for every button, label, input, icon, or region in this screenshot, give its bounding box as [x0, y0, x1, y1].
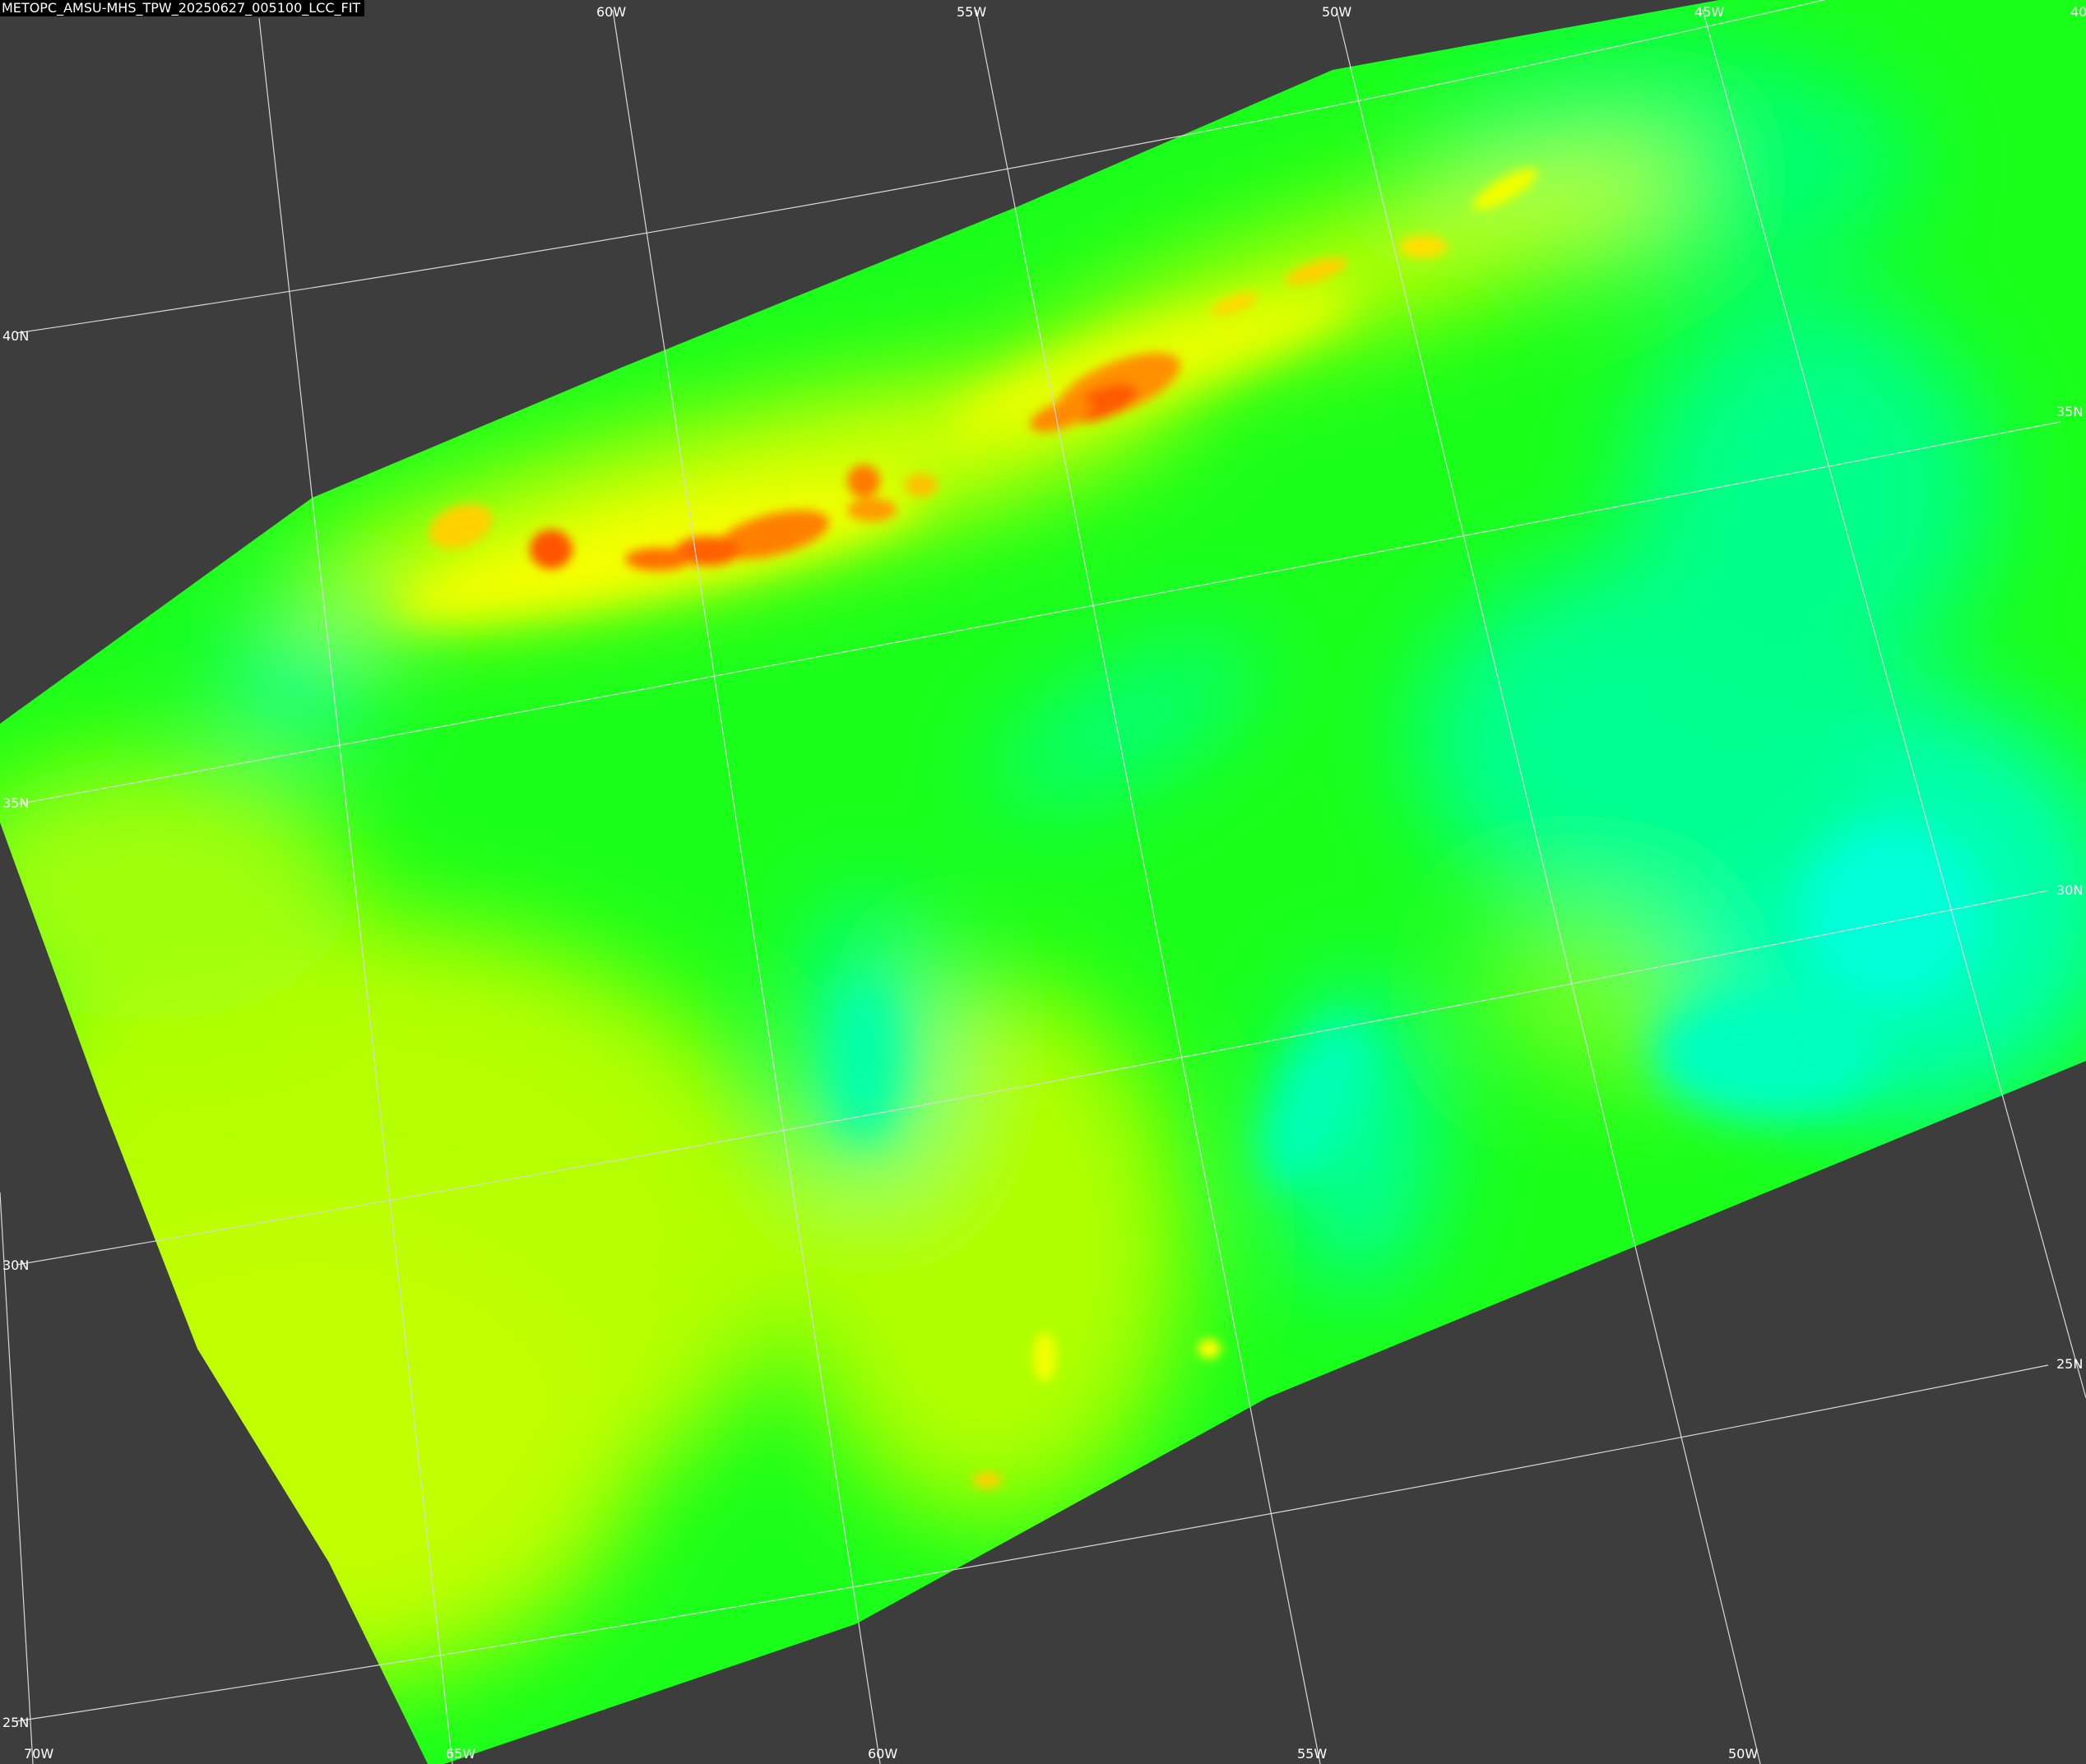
lon-label-top-55w: 55W: [957, 4, 986, 20]
lat-label-right-35n: 35N: [2056, 404, 2083, 419]
lon-label-bottom-65w: 65W: [446, 1746, 475, 1762]
lon-label-top-50w: 50W: [1322, 4, 1351, 20]
lon-label-bottom-50w: 50W: [1728, 1746, 1758, 1762]
image-title-label: METOPC_AMSU-MHS_TPW_20250627_005100_LCC_…: [0, 0, 365, 16]
map-canvas: 60W 55W 50W 45W 40 70W 65W 60W 55W 50W 4…: [0, 0, 2086, 1764]
lon-label-top-45w: 45W: [1694, 4, 1724, 20]
lat-label-right-25n: 25N: [2056, 1356, 2083, 1372]
lat-label-right-30n: 30N: [2056, 882, 2083, 898]
lat-label-left-40n: 40N: [2, 328, 29, 344]
lon-label-bottom-70w: 70W: [24, 1746, 53, 1762]
lat-label-left-30n: 30N: [2, 1257, 29, 1273]
lon-label-top-60w: 60W: [596, 4, 626, 20]
lon-label-top-40: 40: [2070, 4, 2086, 20]
lon-label-bottom-55w: 55W: [1297, 1746, 1327, 1762]
lat-label-left-25n: 25N: [2, 1715, 29, 1730]
lat-label-left-35n: 35N: [2, 795, 29, 811]
lon-label-bottom-60w: 60W: [868, 1746, 897, 1762]
